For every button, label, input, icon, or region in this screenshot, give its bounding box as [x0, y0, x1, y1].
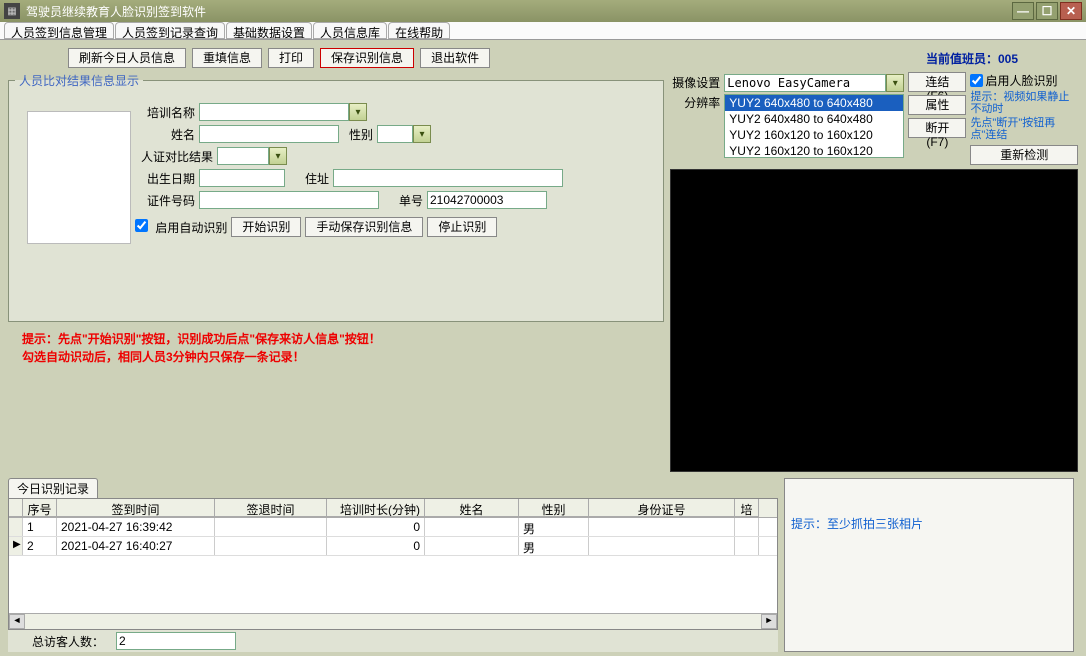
photo-box: [27, 111, 131, 244]
refill-button[interactable]: 重填信息: [192, 48, 262, 68]
sex-dropdown-icon[interactable]: [413, 125, 431, 143]
app-icon: ▦: [4, 3, 20, 19]
title-bar: ▦ 驾驶员继续教育人脸识别签到软件 — ☐ ✕: [0, 0, 1086, 22]
idno-label: 证件号码: [135, 192, 195, 209]
total-input[interactable]: [116, 632, 236, 650]
records-tab[interactable]: 今日识别记录: [8, 478, 98, 498]
manual-save-button[interactable]: 手动保存识别信息: [305, 217, 423, 237]
connect-button[interactable]: 连结 (F6): [908, 72, 966, 92]
grid-scrollbar[interactable]: ◄ ►: [9, 613, 777, 629]
table-row[interactable]: 12021-04-27 16:39:420男: [9, 518, 777, 537]
capture-panel: 提示：至少抓拍三张相片: [784, 478, 1074, 652]
addr-label: 住址: [289, 170, 329, 187]
sex-label: 性别: [343, 126, 373, 143]
training-label: 培训名称: [135, 104, 195, 121]
resolution-label: 分辨率: [670, 94, 720, 111]
sex-input[interactable]: [377, 125, 413, 143]
menu-person-db[interactable]: 人员信息库: [313, 22, 387, 39]
exit-button[interactable]: 退出软件: [420, 48, 490, 68]
camera-hint2: 先点"断开"按钮再点"连结: [970, 117, 1078, 141]
menu-help[interactable]: 在线帮助: [388, 22, 450, 39]
close-button[interactable]: ✕: [1060, 2, 1082, 20]
auto-ident-checkbox[interactable]: 启用自动识别: [135, 219, 227, 236]
addr-input[interactable]: [333, 169, 563, 187]
resolution-item[interactable]: YUY2 160x120 to 160x120: [725, 127, 903, 143]
duty-status: 当前值班员：005: [926, 50, 1018, 67]
col-checkout[interactable]: 签退时间: [215, 499, 327, 517]
col-sex[interactable]: 性别: [519, 499, 589, 517]
stop-ident-button[interactable]: 停止识别: [427, 217, 497, 237]
scroll-left-icon[interactable]: ◄: [9, 614, 25, 629]
billno-label: 单号: [383, 192, 423, 209]
col-no[interactable]: 序号: [23, 499, 57, 517]
redetect-button[interactable]: 重新检测: [970, 145, 1078, 165]
menu-bar: 人员签到信息管理 人员签到记录查询 基础数据设置 人员信息库 在线帮助: [0, 22, 1086, 40]
birth-label: 出生日期: [135, 170, 195, 187]
idno-input[interactable]: [199, 191, 379, 209]
hint-text: 提示：先点"开始识别"按钮，识别成功后点"保存来访人信息"按钮！ 勾选自动识动后…: [22, 330, 664, 366]
capture-hint: 提示：至少抓拍三张相片: [791, 515, 1067, 532]
name-input[interactable]: [199, 125, 339, 143]
video-preview: [670, 169, 1078, 472]
window-title: 驾驶员继续教育人脸识别签到软件: [26, 3, 1012, 20]
menu-base-data[interactable]: 基础数据设置: [226, 22, 312, 39]
table-row[interactable]: ▶22021-04-27 16:40:270男: [9, 537, 777, 556]
resolution-item[interactable]: YUY2 640x480 to 640x480: [725, 111, 903, 127]
menu-checkin-mgmt[interactable]: 人员签到信息管理: [4, 22, 114, 39]
training-input[interactable]: [199, 103, 349, 121]
records-grid: 序号 签到时间 签退时间 培训时长(分钟) 姓名 性别 身份证号 培 12021…: [8, 498, 778, 630]
training-dropdown-icon[interactable]: [349, 103, 367, 121]
camera-device-dropdown-icon[interactable]: [886, 74, 904, 92]
menu-checkin-query[interactable]: 人员签到记录查询: [115, 22, 225, 39]
total-label: 总访客人数：: [32, 633, 104, 650]
scroll-right-icon[interactable]: ►: [761, 614, 777, 629]
camera-device-label: 摄像设置: [670, 74, 720, 91]
result-groupbox: 人员比对结果信息显示 培训名称 姓名 性别: [8, 72, 664, 322]
name-label: 姓名: [135, 126, 195, 143]
refresh-button[interactable]: 刷新今日人员信息: [68, 48, 186, 68]
camera-device-input[interactable]: [724, 74, 886, 92]
save-ident-button[interactable]: 保存识别信息: [320, 48, 414, 68]
col-extra[interactable]: 培: [735, 499, 759, 517]
properties-button[interactable]: 属性: [908, 95, 966, 115]
minimize-button[interactable]: —: [1012, 2, 1034, 20]
result-legend: 人员比对结果信息显示: [15, 72, 143, 89]
print-button[interactable]: 打印: [268, 48, 314, 68]
resolution-listbox[interactable]: YUY2 640x480 to 640x480 YUY2 640x480 to …: [724, 94, 904, 158]
start-ident-button[interactable]: 开始识别: [231, 217, 301, 237]
resolution-item[interactable]: YUY2 640x480 to 640x480: [725, 95, 903, 111]
enable-face-checkbox[interactable]: 启用人脸识别: [970, 72, 1078, 89]
toolbar: 刷新今日人员信息 重填信息 打印 保存识别信息 退出软件 当前值班员：005: [8, 44, 1078, 72]
billno-input[interactable]: [427, 191, 547, 209]
col-checkin[interactable]: 签到时间: [57, 499, 215, 517]
maximize-button[interactable]: ☐: [1036, 2, 1058, 20]
col-idno[interactable]: 身份证号: [589, 499, 735, 517]
col-name[interactable]: 姓名: [425, 499, 519, 517]
face-compare-label: 人证对比结果: [135, 148, 213, 165]
face-compare-input[interactable]: [217, 147, 269, 165]
resolution-item[interactable]: YUY2 160x120 to 160x120: [725, 143, 903, 158]
birth-input[interactable]: [199, 169, 285, 187]
disconnect-button[interactable]: 断开 (F7): [908, 118, 966, 138]
col-duration[interactable]: 培训时长(分钟): [327, 499, 425, 517]
camera-hint1: 提示：视频如果静止不动时: [970, 91, 1078, 115]
face-compare-dropdown-icon[interactable]: [269, 147, 287, 165]
